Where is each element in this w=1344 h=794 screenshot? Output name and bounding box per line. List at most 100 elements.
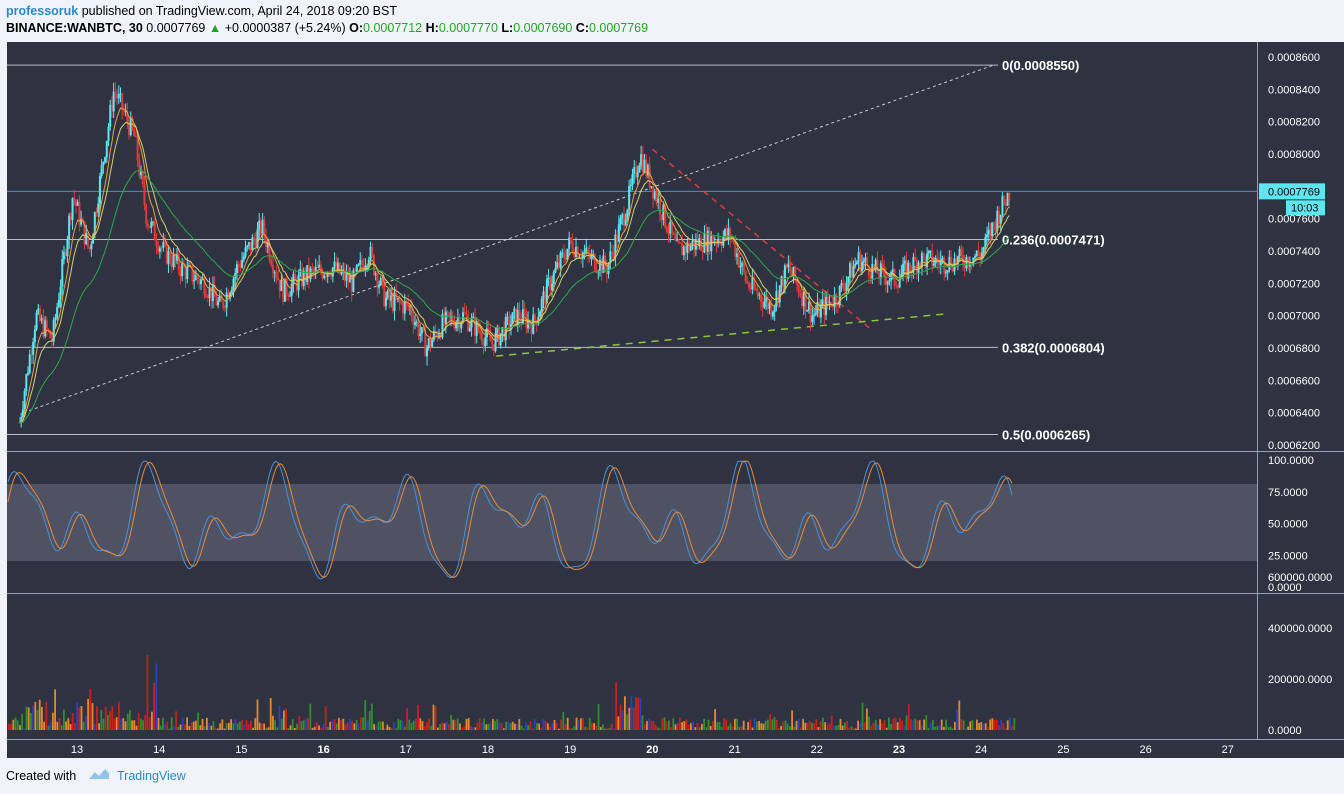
candle-body[interactable] <box>153 221 156 241</box>
candle-body[interactable] <box>871 264 874 279</box>
candle-body[interactable] <box>426 347 429 357</box>
candle-body[interactable] <box>436 333 439 338</box>
candle-body[interactable] <box>780 276 783 286</box>
candle-body[interactable] <box>742 262 745 272</box>
candle-body[interactable] <box>801 295 804 306</box>
candle-body[interactable] <box>563 252 566 259</box>
candle-body[interactable] <box>30 354 33 356</box>
candle-body[interactable] <box>247 242 250 246</box>
candle-body[interactable] <box>271 265 274 273</box>
candle-body[interactable] <box>751 277 754 290</box>
candle-body[interactable] <box>628 186 631 210</box>
candle-body[interactable] <box>886 281 889 285</box>
candle-body[interactable] <box>35 312 38 330</box>
candle-body[interactable] <box>110 104 113 112</box>
candle-body[interactable] <box>773 306 776 312</box>
candle-body[interactable] <box>944 272 947 274</box>
candle-body[interactable] <box>708 230 711 252</box>
candle-body[interactable] <box>932 263 935 266</box>
candle-body[interactable] <box>199 279 202 285</box>
candle-body[interactable] <box>828 301 831 304</box>
candle-body[interactable] <box>160 247 163 249</box>
candle-body[interactable] <box>561 252 564 254</box>
candle-body[interactable] <box>32 342 35 355</box>
candle-body[interactable] <box>1003 195 1006 204</box>
candle-body[interactable] <box>88 246 91 250</box>
candle-body[interactable] <box>388 290 391 301</box>
candle-body[interactable] <box>756 289 759 296</box>
candle-body[interactable] <box>165 242 168 264</box>
candle-body[interactable] <box>444 311 447 324</box>
candle-body[interactable] <box>929 250 932 252</box>
candle-body[interactable] <box>640 154 643 166</box>
candle-body[interactable] <box>724 229 727 237</box>
candle-body[interactable] <box>857 252 860 262</box>
candle-body[interactable] <box>544 291 547 304</box>
candle-body[interactable] <box>239 265 242 268</box>
candle-body[interactable] <box>230 289 233 293</box>
candle-body[interactable] <box>40 318 43 321</box>
candle-body[interactable] <box>965 256 968 269</box>
candle-body[interactable] <box>39 308 42 321</box>
candle-body[interactable] <box>922 253 925 257</box>
candle-body[interactable] <box>785 265 788 268</box>
candle-body[interactable] <box>259 220 262 235</box>
candle-body[interactable] <box>193 280 196 282</box>
candle-body[interactable] <box>771 311 774 317</box>
candle-body[interactable] <box>384 297 387 307</box>
candle-body[interactable] <box>739 265 742 268</box>
candle-body[interactable] <box>258 220 261 230</box>
candle-body[interactable] <box>794 266 797 281</box>
candle-body[interactable] <box>667 231 670 234</box>
candle-body[interactable] <box>470 318 473 328</box>
candle-body[interactable] <box>261 219 264 235</box>
candle-body[interactable] <box>749 288 752 290</box>
candle-body[interactable] <box>998 210 1001 224</box>
candle-body[interactable] <box>355 265 358 272</box>
candle-body[interactable] <box>169 250 172 263</box>
candle-body[interactable] <box>241 260 244 268</box>
candle-body[interactable] <box>968 264 971 267</box>
candle-body[interactable] <box>420 327 423 334</box>
candle-body[interactable] <box>181 263 184 277</box>
candle-body[interactable] <box>338 262 341 274</box>
candle-body[interactable] <box>559 252 562 268</box>
candle-body[interactable] <box>761 302 764 308</box>
candle-body[interactable] <box>992 222 995 224</box>
candle-body[interactable] <box>419 333 422 337</box>
candle-body[interactable] <box>484 337 487 346</box>
candle-body[interactable] <box>376 273 379 288</box>
candle-body[interactable] <box>876 259 879 274</box>
candle-body[interactable] <box>682 246 685 256</box>
candle-body[interactable] <box>806 310 809 312</box>
candle-body[interactable] <box>318 264 321 268</box>
candle-body[interactable] <box>491 341 494 345</box>
candle-body[interactable] <box>554 268 557 273</box>
candle-body[interactable] <box>316 266 319 268</box>
candle-body[interactable] <box>371 246 374 256</box>
candle-body[interactable] <box>360 260 363 266</box>
candle-body[interactable] <box>417 321 420 337</box>
candle-body[interactable] <box>294 274 297 280</box>
candle-body[interactable] <box>90 243 93 250</box>
candle-body[interactable] <box>129 117 132 136</box>
candle-body[interactable] <box>676 240 679 242</box>
candle-body[interactable] <box>982 247 985 253</box>
candle-body[interactable] <box>133 128 136 137</box>
candle-body[interactable] <box>662 204 665 221</box>
candle-body[interactable] <box>653 192 656 199</box>
candle-body[interactable] <box>862 260 865 263</box>
candle-body[interactable] <box>37 308 40 313</box>
candle-body[interactable] <box>1004 203 1007 206</box>
candle-body[interactable] <box>530 325 533 334</box>
candle-body[interactable] <box>217 300 220 306</box>
candle-body[interactable] <box>104 157 107 163</box>
candle-body[interactable] <box>134 136 137 138</box>
candle-body[interactable] <box>172 254 175 268</box>
candle-body[interactable] <box>480 333 483 342</box>
candle-body[interactable] <box>552 272 555 284</box>
candle-body[interactable] <box>431 339 434 347</box>
candle-body[interactable] <box>624 219 627 226</box>
candle-body[interactable] <box>616 234 619 242</box>
candle-body[interactable] <box>657 198 660 203</box>
